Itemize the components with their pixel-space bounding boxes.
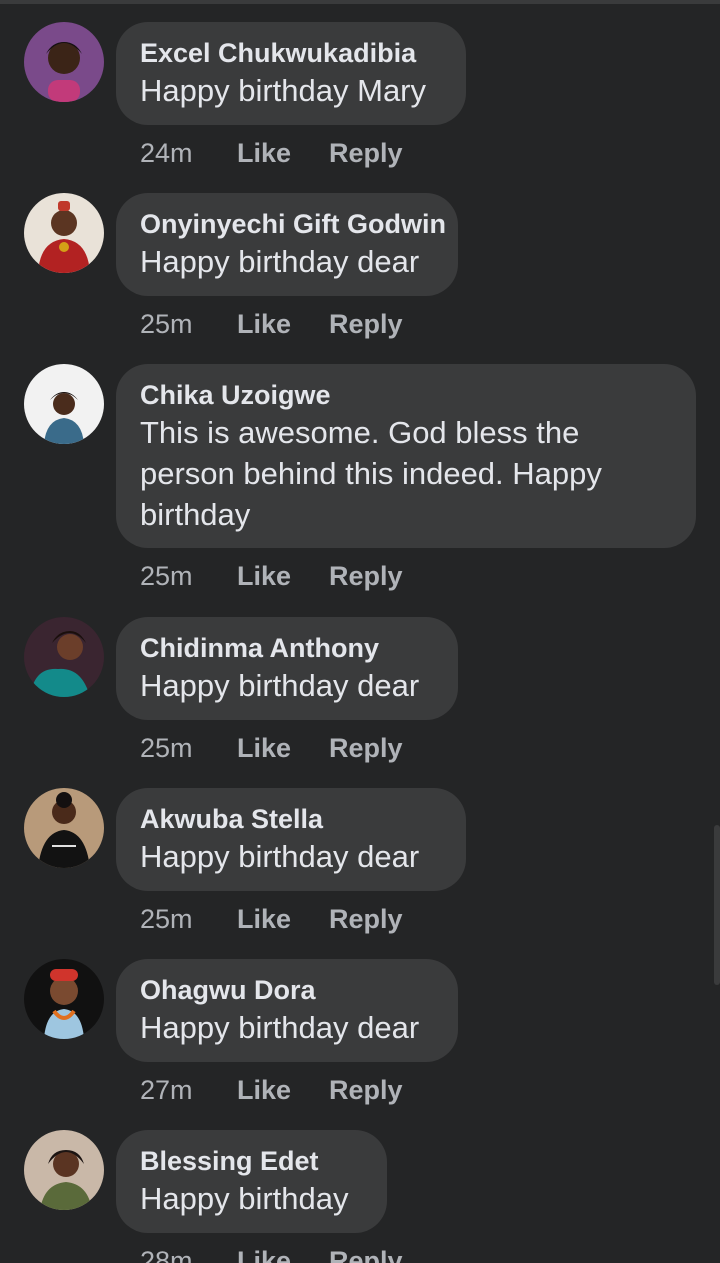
avatar-photo-icon	[24, 193, 104, 273]
comment-time: 25m	[140, 903, 193, 934]
comment-bubble[interactable]: Chika Uzoigwe This is awesome. God bless…	[116, 364, 696, 548]
top-divider	[0, 0, 720, 4]
avatar-photo-icon	[24, 788, 104, 868]
comment-bubble[interactable]: Onyinyechi Gift Godwin Happy birthday de…	[116, 193, 458, 296]
reply-button[interactable]: Reply	[329, 733, 403, 764]
comment-meta: 24m Like Reply	[140, 133, 403, 173]
reply-button[interactable]: Reply	[329, 138, 403, 169]
comment-meta: 25m Like Reply	[140, 304, 403, 344]
comment-text: Happy birthday dear	[140, 1010, 420, 1045]
comment-bubble[interactable]: Excel Chukwukadibia Happy birthday Mary	[116, 22, 466, 125]
comment-meta: 25m Like Reply	[140, 728, 403, 768]
like-button[interactable]: Like	[237, 1075, 329, 1106]
comments-screen: Excel Chukwukadibia Happy birthday Mary …	[0, 0, 720, 1263]
like-button[interactable]: Like	[237, 733, 329, 764]
comment-author[interactable]: Chidinma Anthony	[140, 631, 434, 665]
scrollbar-thumb[interactable]	[714, 825, 720, 985]
avatar-photo-icon	[24, 22, 104, 102]
comment-bubble[interactable]: Blessing Edet Happy birthday	[116, 1130, 387, 1233]
comment-time: 24m	[140, 137, 193, 168]
comment-bubble[interactable]: Chidinma Anthony Happy birthday dear	[116, 617, 458, 720]
comment-author[interactable]: Excel Chukwukadibia	[140, 36, 442, 70]
comment-author[interactable]: Akwuba Stella	[140, 802, 442, 836]
comment-bubble[interactable]: Akwuba Stella Happy birthday dear	[116, 788, 466, 891]
comment-text: This is awesome. God bless the person be…	[140, 415, 602, 532]
comment-meta: 25m Like Reply	[140, 556, 403, 596]
avatar[interactable]	[24, 22, 104, 102]
avatar[interactable]	[24, 193, 104, 273]
avatar[interactable]	[24, 1130, 104, 1210]
avatar-photo-icon	[24, 1130, 104, 1210]
comment-text: Happy birthday dear	[140, 668, 420, 703]
avatar-photo-icon	[24, 959, 104, 1039]
reply-button[interactable]: Reply	[329, 904, 403, 935]
comment-bubble[interactable]: Ohagwu Dora Happy birthday dear	[116, 959, 458, 1062]
comment-text: Happy birthday dear	[140, 244, 420, 279]
avatar[interactable]	[24, 364, 104, 444]
comment-author[interactable]: Chika Uzoigwe	[140, 378, 672, 412]
comment-meta: 27m Like Reply	[140, 1070, 403, 1110]
like-button[interactable]: Like	[237, 1246, 329, 1263]
avatar[interactable]	[24, 788, 104, 868]
avatar-photo-icon	[24, 364, 104, 444]
like-button[interactable]: Like	[237, 561, 329, 592]
comment-meta: 25m Like Reply	[140, 899, 403, 939]
like-button[interactable]: Like	[237, 904, 329, 935]
comment-time: 25m	[140, 732, 193, 763]
comment-text: Happy birthday Mary	[140, 73, 427, 108]
comment-author[interactable]: Blessing Edet	[140, 1144, 363, 1178]
avatar[interactable]	[24, 959, 104, 1039]
comment-time: 27m	[140, 1074, 193, 1105]
comment-author[interactable]: Ohagwu Dora	[140, 973, 434, 1007]
reply-button[interactable]: Reply	[329, 1246, 403, 1263]
comment-author[interactable]: Onyinyechi Gift Godwin	[140, 207, 446, 241]
comment-time: 28m	[140, 1245, 193, 1263]
comment-text: Happy birthday dear	[140, 839, 420, 874]
like-button[interactable]: Like	[237, 309, 329, 340]
comment-text: Happy birthday	[140, 1181, 349, 1216]
comment-meta: 28m Like Reply	[140, 1241, 403, 1263]
reply-button[interactable]: Reply	[329, 561, 403, 592]
avatar-photo-icon	[24, 617, 104, 697]
like-button[interactable]: Like	[237, 138, 329, 169]
avatar[interactable]	[24, 617, 104, 697]
reply-button[interactable]: Reply	[329, 1075, 403, 1106]
comment-time: 25m	[140, 560, 193, 591]
comment-time: 25m	[140, 308, 193, 339]
reply-button[interactable]: Reply	[329, 309, 403, 340]
